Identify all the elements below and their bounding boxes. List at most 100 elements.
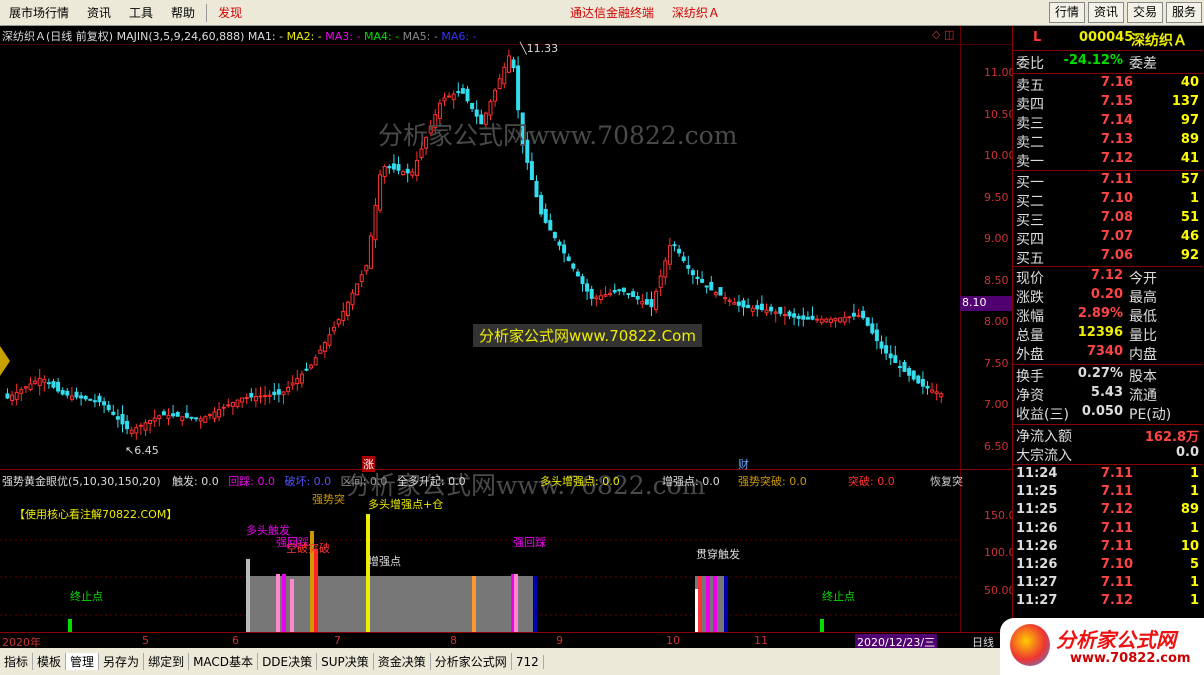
candle-body (115, 416, 120, 420)
btn-saveas[interactable]: 另存为 (99, 653, 145, 670)
row-label: 卖二 (1016, 135, 1044, 151)
logo-icon (1010, 624, 1050, 666)
menu-discover[interactable]: 发现 (209, 0, 251, 26)
sell-level: 卖一 7.12 41 (1013, 151, 1203, 170)
candle-body (83, 395, 88, 400)
candle-body (230, 401, 235, 407)
candle-body (226, 404, 231, 407)
separator (1013, 50, 1203, 51)
btn-macd[interactable]: MACD基本 (189, 653, 259, 670)
news-button[interactable]: 资讯 (1087, 2, 1124, 23)
candle-body (148, 420, 153, 424)
stat-row: 总量 12396 量比 (1013, 325, 1203, 344)
btn-fund[interactable]: 资金决策 (374, 653, 431, 670)
tick-time: 11:25 (1016, 502, 1058, 518)
candle-body (304, 368, 309, 371)
candlestick-plot (5, 49, 944, 440)
row-price: 7.12 (1100, 151, 1133, 166)
candle-body (865, 317, 870, 326)
candle-body (299, 373, 304, 384)
candle-body (42, 379, 47, 383)
btn-indicator[interactable]: 指标 (0, 653, 34, 670)
candle-body (253, 396, 258, 402)
sell-level: 卖三 7.14 97 (1013, 113, 1203, 132)
candle-body (741, 300, 746, 308)
tick-vol: 1 (1189, 466, 1199, 481)
candle-body (129, 429, 134, 434)
candle-body (401, 171, 406, 175)
tick-price: 7.11 (1100, 520, 1133, 536)
candle-body (28, 383, 33, 390)
high-price-label: ╲11.33 (520, 42, 559, 55)
current-price-tag: 8.10 (960, 296, 1012, 311)
btn-sup[interactable]: SUP决策 (317, 653, 374, 670)
price-axis-tick: 8.00 (984, 315, 1009, 328)
candle-body (23, 386, 28, 389)
candle-body (782, 314, 787, 317)
candle-body (493, 89, 498, 102)
candle-body (281, 391, 286, 396)
candle-body (571, 263, 576, 269)
candle-body (787, 311, 792, 317)
candle-body (327, 334, 332, 346)
btn-manage[interactable]: 管理 (66, 653, 100, 670)
candle-body (212, 411, 217, 419)
service-button[interactable]: 服务 (1165, 2, 1202, 23)
row-label: 买二 (1016, 194, 1044, 210)
btn-fxj[interactable]: 分析家公式网 (431, 653, 512, 670)
btn-bind[interactable]: 绑定到 (144, 653, 190, 670)
separator (1013, 364, 1203, 365)
tick-time: 11:27 (1016, 575, 1058, 591)
stat-label: 涨跌 (1016, 290, 1044, 306)
price-axis-tick: 9.50 (984, 190, 1009, 204)
candle-body (217, 409, 222, 418)
trade-button[interactable]: 交易 (1126, 2, 1163, 23)
candle-body (732, 302, 737, 305)
candle-body (207, 413, 212, 417)
btn-template[interactable]: 模板 (33, 653, 67, 670)
row-label: 卖五 (1016, 78, 1044, 94)
candle-body (585, 283, 590, 292)
candle-body (746, 304, 751, 309)
tick-vol: 89 (1180, 502, 1199, 518)
stat-label: 换手 (1016, 369, 1044, 385)
menu-help[interactable]: 帮助 (162, 0, 204, 26)
candle-body (713, 292, 718, 296)
weicha-label: 委差 (1129, 56, 1157, 72)
btn-dde[interactable]: DDE决策 (258, 653, 318, 670)
candle-body (5, 393, 10, 399)
btn-712[interactable]: 712 (512, 654, 544, 669)
candle-body (635, 296, 640, 300)
candle-body (773, 311, 778, 314)
candle-body (617, 289, 622, 292)
candle-body (727, 299, 732, 302)
candle-body (350, 292, 355, 306)
row-price: 7.16 (1100, 75, 1133, 90)
stock-name: 深纺织Ａ (1131, 33, 1187, 49)
stat-label: 净资 (1016, 388, 1044, 404)
menu-tools[interactable]: 工具 (120, 0, 162, 26)
time-tick: 8 (450, 634, 457, 647)
tick-row: 11:26 7.11 1 (1013, 521, 1203, 539)
candle-body (575, 271, 580, 277)
candle-body (598, 295, 603, 301)
candle-body (819, 318, 824, 324)
kline-chart[interactable]: 深纺织Ａ(日线 前复权) MAJIN(3,5,9,24,60,888) MA1:… (0, 26, 1012, 632)
quote-button[interactable]: 行情 (1048, 2, 1085, 23)
menu-news[interactable]: 资讯 (78, 0, 120, 26)
candle-body (543, 208, 548, 223)
row-volume: 46 (1180, 229, 1199, 244)
candle-body (276, 389, 281, 395)
candle-body (37, 377, 42, 387)
menu-market[interactable]: 展市场行情 (0, 0, 78, 26)
time-tick: 5 (142, 634, 149, 647)
sell-level: 卖四 7.15 137 (1013, 94, 1203, 113)
candle-body (778, 307, 783, 314)
candle-body (203, 416, 208, 423)
sub-label: 终止点 (70, 590, 103, 603)
sub-axis-tick: 100.00 (984, 546, 1012, 559)
candle-body (460, 88, 465, 94)
candle-body (336, 319, 341, 325)
stat-value: 12396 (1077, 325, 1123, 340)
row-volume: 97 (1180, 113, 1199, 128)
